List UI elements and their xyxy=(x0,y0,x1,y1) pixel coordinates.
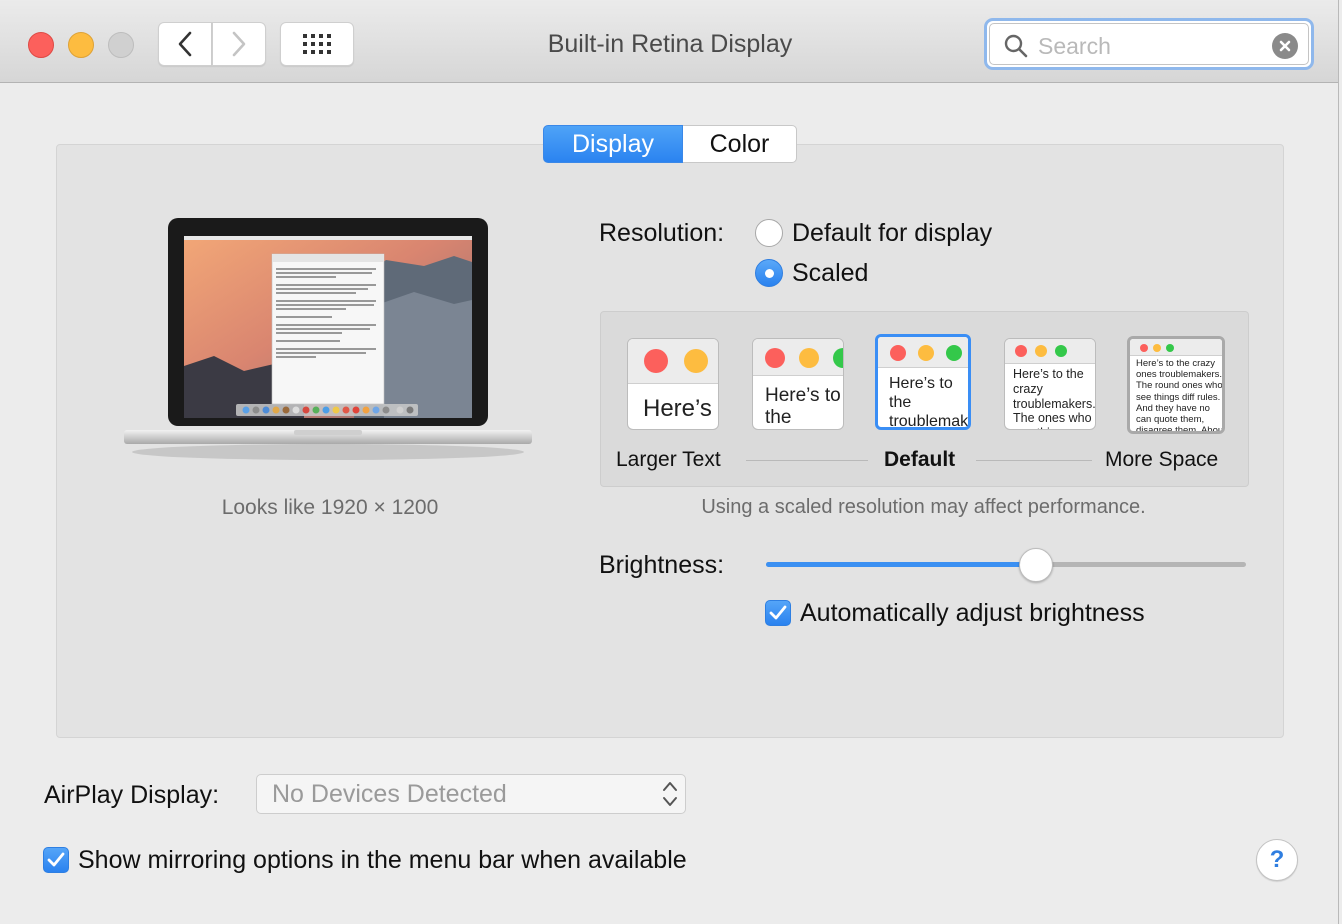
radio-scaled[interactable] xyxy=(755,259,783,287)
brightness-slider-fill xyxy=(766,562,1035,567)
scale-preview-text: Here’s to the crazy troublemakers. The o… xyxy=(1013,367,1096,429)
title-bar: Built-in Retina Display xyxy=(0,0,1338,83)
default-for-display-label[interactable]: Default for display xyxy=(792,219,992,248)
window-title: Built-in Retina Display xyxy=(547,30,793,58)
scale-option-default[interactable]: Here’s to the troublemakers ones who see xyxy=(875,334,971,430)
airplay-display-value: No Devices Detected xyxy=(272,780,507,808)
forward-button[interactable] xyxy=(212,22,266,66)
search-field[interactable] xyxy=(984,18,1314,70)
tab-bar: Display Color xyxy=(543,125,797,163)
radio-default-for-display[interactable] xyxy=(755,219,783,247)
airplay-display-select[interactable]: No Devices Detected xyxy=(256,774,686,814)
up-down-arrows-icon xyxy=(663,782,677,806)
show-mirroring-checkbox[interactable] xyxy=(43,847,69,873)
scale-preview-text: Here’s to the crazy ones troublemakers. … xyxy=(1136,358,1225,434)
brightness-label: Brightness: xyxy=(599,551,725,579)
chevron-left-icon xyxy=(178,31,192,57)
performance-note: Using a scaled resolution may affect per… xyxy=(701,496,1146,518)
auto-brightness-checkbox[interactable] xyxy=(765,600,791,626)
scale-preview-text: Here’s to the troublemakers ones who see xyxy=(889,375,969,430)
more-space-label: More Space xyxy=(1105,448,1219,471)
scale-option-more-space[interactable]: Here’s to the crazy ones troublemakers. … xyxy=(1127,336,1225,434)
auto-brightness-label[interactable]: Automatically adjust brightness xyxy=(800,599,1145,628)
resolution-label: Resolution: xyxy=(599,219,725,247)
search-input[interactable] xyxy=(1038,30,1258,62)
back-button[interactable] xyxy=(158,22,212,66)
scale-option-larger-text[interactable]: Here’s xyxy=(627,338,719,430)
scaled-label[interactable]: Scaled xyxy=(792,259,868,288)
search-field-inner xyxy=(989,23,1309,65)
scale-option-2[interactable]: Here’s to the troublemakers. xyxy=(752,338,844,430)
scale-preview-text: Here’s to the troublemakers. xyxy=(765,385,841,429)
zoom-window-button[interactable] xyxy=(108,32,134,58)
brightness-slider[interactable] xyxy=(766,562,1246,567)
close-window-button[interactable] xyxy=(28,32,54,58)
checkmark-icon xyxy=(769,605,787,620)
scale-divider-left xyxy=(746,460,868,461)
checkmark-icon xyxy=(47,852,65,867)
preferences-window: Built-in Retina Display Display Color xyxy=(0,0,1339,924)
looks-like-text: Looks like 1920 × 1200 xyxy=(221,496,439,519)
macbook-image xyxy=(124,218,532,460)
brightness-slider-knob[interactable] xyxy=(1018,548,1053,582)
tab-display[interactable]: Display xyxy=(543,125,683,163)
search-icon xyxy=(1004,34,1028,58)
default-label: Default xyxy=(884,448,956,471)
scale-option-4[interactable]: Here’s to the crazy troublemakers. The o… xyxy=(1004,338,1096,430)
larger-text-label: Larger Text xyxy=(616,448,721,471)
chevron-right-icon xyxy=(232,31,246,57)
show-all-button[interactable] xyxy=(280,22,354,66)
tab-color[interactable]: Color xyxy=(683,125,797,163)
scale-preview-text: Here’s xyxy=(643,395,712,422)
minimize-window-button[interactable] xyxy=(68,32,94,58)
show-mirroring-label[interactable]: Show mirroring options in the menu bar w… xyxy=(78,846,687,875)
scale-divider-right xyxy=(976,460,1092,461)
grid-icon xyxy=(303,34,331,54)
clear-search-icon[interactable] xyxy=(1272,33,1298,59)
airplay-display-label: AirPlay Display: xyxy=(44,781,220,809)
help-button[interactable]: ? xyxy=(1256,839,1298,881)
